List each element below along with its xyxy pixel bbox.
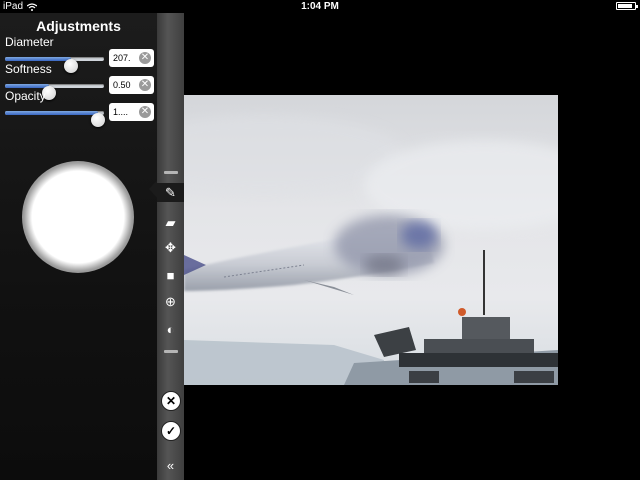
- airplane: [184, 215, 444, 295]
- softness-label: Softness: [5, 62, 52, 76]
- clock: 1:04 PM: [301, 1, 339, 12]
- battery-icon: [616, 2, 638, 10]
- status-bar: iPad 1:04 PM: [0, 0, 640, 13]
- move-icon[interactable]: ✥: [161, 238, 180, 257]
- brush-preview: [22, 161, 134, 273]
- rectangle-icon[interactable]: ■: [161, 266, 180, 285]
- confirm-button[interactable]: ✓: [161, 421, 181, 441]
- opacity-slider[interactable]: [5, 111, 106, 127]
- panel-title: Adjustments: [36, 18, 121, 34]
- softness-slider[interactable]: [5, 84, 104, 100]
- collapse-icon[interactable]: «: [161, 456, 180, 475]
- photo-canvas[interactable]: [184, 95, 558, 385]
- diameter-label: Diameter: [5, 35, 54, 49]
- target-icon[interactable]: ⊕: [161, 292, 180, 311]
- opacity-slider-thumb[interactable]: [91, 113, 106, 127]
- cancel-button[interactable]: ✕: [161, 391, 181, 411]
- contrast-icon[interactable]: ◐: [161, 320, 180, 339]
- opacity-field[interactable]: 1.... ✕: [109, 103, 154, 121]
- opacity-label: Opacity: [5, 89, 46, 103]
- top-grip-handle[interactable]: [164, 171, 178, 174]
- photo-image: [184, 115, 558, 385]
- diameter-slider[interactable]: [5, 57, 104, 73]
- opacity-control: Opacity 1.... ✕: [5, 89, 154, 127]
- eraser-icon[interactable]: ▰: [161, 213, 180, 232]
- bottom-grip-handle[interactable]: [164, 350, 178, 353]
- adjustments-panel: Adjustments Diameter 207. ✕ Softness 0.5…: [0, 13, 158, 480]
- brush-icon[interactable]: ✎: [157, 183, 184, 202]
- tool-strip: ✎ ▰ ✥ ■ ⊕ ◐ ✕ ✓ «: [157, 13, 184, 480]
- clear-icon[interactable]: ✕: [139, 106, 151, 118]
